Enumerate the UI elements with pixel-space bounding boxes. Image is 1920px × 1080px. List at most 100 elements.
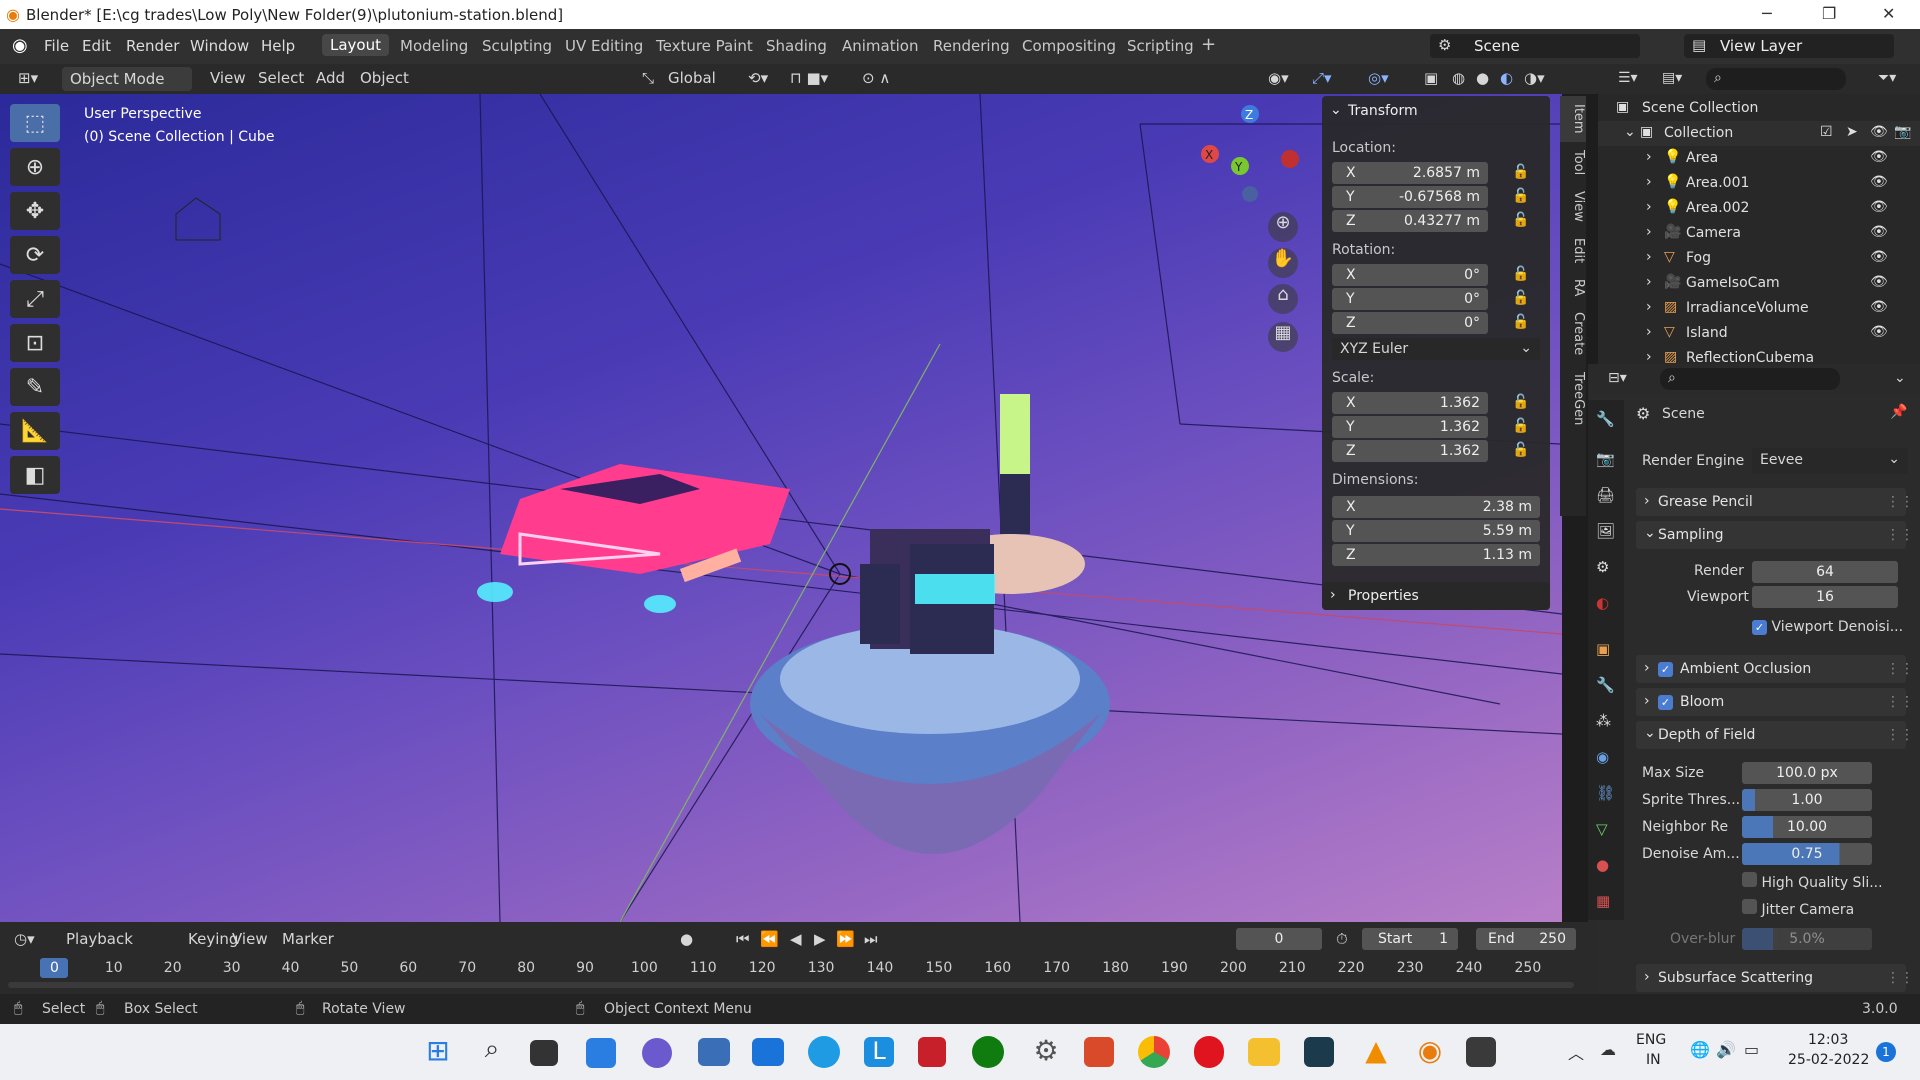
rotation-z-field[interactable]: Z 0° xyxy=(1332,312,1488,334)
data-tab-icon[interactable]: ▽ xyxy=(1596,820,1608,838)
ortho-grid-icon[interactable]: ▦ xyxy=(1268,322,1298,352)
menu-add[interactable]: Add xyxy=(316,69,345,87)
tab-create[interactable]: Create xyxy=(1560,304,1586,363)
network-icon[interactable]: 🌐 xyxy=(1690,1040,1710,1059)
max-size-field[interactable]: 100.0 px xyxy=(1742,762,1872,784)
neighbor-rejection-field[interactable]: 10.00 xyxy=(1742,816,1872,838)
lock-icon[interactable]: 🔓 xyxy=(1512,164,1529,180)
start-frame-field[interactable]: Start 1 xyxy=(1362,928,1458,950)
filter-icon[interactable]: ⏷▾ xyxy=(1878,70,1896,86)
play-reverse-icon[interactable]: ◀ xyxy=(790,930,802,948)
view-layer-selector[interactable]: ▤ View Layer xyxy=(1684,34,1894,58)
terminal-icon[interactable] xyxy=(1304,1037,1334,1067)
tab-item[interactable]: Item xyxy=(1560,96,1586,142)
windows-start-icon[interactable]: ⊞ xyxy=(420,1034,456,1070)
mode-dropdown[interactable]: Object Mode xyxy=(62,67,192,91)
high-quality-slight-checkbox[interactable]: High Quality Sli... xyxy=(1742,872,1883,891)
close-button[interactable]: ✕ xyxy=(1882,4,1895,23)
world-tab-icon[interactable]: ◐ xyxy=(1596,594,1609,612)
outliner-item[interactable]: › 💡 Area 👁 xyxy=(1598,146,1920,171)
outliner-item[interactable]: › ▨ IrradianceVolume 👁 xyxy=(1598,296,1920,321)
measure-tool-icon[interactable]: 📐 xyxy=(10,412,60,450)
outliner-scene-collection[interactable]: ▣ Scene Collection xyxy=(1598,96,1920,121)
scale-tool-icon[interactable]: ⤢ xyxy=(10,280,60,318)
add-cube-tool-icon[interactable]: ◧ xyxy=(10,456,60,494)
outliner-item[interactable]: › 💡 Area.002 👁 xyxy=(1598,196,1920,221)
scale-x-field[interactable]: X 1.362 xyxy=(1332,392,1488,414)
battery-icon[interactable]: ▭ xyxy=(1744,1040,1759,1059)
physics-tab-icon[interactable]: ◉ xyxy=(1596,748,1609,766)
teams-chat-icon[interactable] xyxy=(642,1038,672,1068)
cloud-icon[interactable]: ☁ xyxy=(1600,1040,1616,1059)
pivot-icon[interactable]: ⟲▾ xyxy=(748,69,768,87)
properties-subpanel[interactable]: › Properties xyxy=(1322,582,1550,610)
viewport-samples-field[interactable]: 16 xyxy=(1752,586,1898,608)
view-layer-tab-icon[interactable]: 🖼 xyxy=(1596,522,1615,540)
outliner-item[interactable]: › ▽ Island 👁 xyxy=(1598,321,1920,346)
rotation-mode-dropdown[interactable]: XYZ Euler ⌄ xyxy=(1332,338,1540,360)
tray-chevron-icon[interactable]: ︿ xyxy=(1568,1040,1584,1064)
shading-solid-icon[interactable]: ● xyxy=(1476,69,1489,87)
tab-edit[interactable]: Edit xyxy=(1560,230,1586,271)
menu-render[interactable]: Render xyxy=(126,37,179,55)
scene-tab-icon[interactable]: ⚙ xyxy=(1596,558,1609,576)
search-icon[interactable]: ⌕ xyxy=(474,1034,510,1070)
depth-of-field-section[interactable]: ⌄ Depth of Field ⋮⋮ xyxy=(1636,721,1914,749)
lock-icon[interactable]: 🔓 xyxy=(1512,266,1529,282)
dimension-x-field[interactable]: X 2.38 m xyxy=(1332,496,1540,518)
cursor-tool-icon[interactable]: ⊕ xyxy=(10,148,60,186)
marker-menu[interactable]: Marker xyxy=(282,930,334,948)
ambient-occlusion-section[interactable]: › ✓ Ambient Occlusion ⋮⋮ xyxy=(1636,655,1914,683)
add-workspace-button[interactable]: + xyxy=(1201,34,1216,55)
opera-icon[interactable] xyxy=(1194,1036,1224,1068)
tab-modeling[interactable]: Modeling xyxy=(400,37,468,55)
view-menu[interactable]: View xyxy=(232,930,268,948)
snap-icon[interactable]: ⊓ ■▾ xyxy=(790,69,828,87)
file-explorer-icon[interactable] xyxy=(1248,1038,1280,1066)
menu-edit[interactable]: Edit xyxy=(82,37,111,55)
tab-animation[interactable]: Animation xyxy=(842,37,918,55)
blender-menu-icon[interactable]: ◉ xyxy=(12,35,28,56)
editor-type-icon[interactable]: ⊞▾ xyxy=(18,69,38,87)
tab-scripting[interactable]: Scripting xyxy=(1127,37,1194,55)
tab-ra[interactable]: RA xyxy=(1560,271,1586,304)
prev-keyframe-icon[interactable]: ⏪ xyxy=(760,930,779,948)
tab-treegen[interactable]: TreeGen xyxy=(1560,364,1586,433)
move-tool-icon[interactable]: ✥ xyxy=(10,192,60,230)
sampling-section[interactable]: ⌄ Sampling ⋮⋮ xyxy=(1636,521,1914,549)
play-icon[interactable]: ▶ xyxy=(814,930,826,948)
current-frame-field[interactable]: 0 xyxy=(1236,928,1322,950)
menu-select[interactable]: Select xyxy=(258,69,304,87)
jump-start-icon[interactable]: ⏮ xyxy=(736,930,750,948)
menu-window[interactable]: Window xyxy=(190,37,249,55)
tab-layout[interactable]: Layout xyxy=(322,34,389,56)
camera-view-icon[interactable]: ⌂ xyxy=(1268,284,1298,314)
outliner-item[interactable]: › 💡 Area.001 👁 xyxy=(1598,171,1920,196)
overblur-field[interactable]: 5.0% xyxy=(1742,928,1872,950)
object-tab-icon[interactable]: ▣ xyxy=(1596,640,1610,658)
proportional-icon[interactable]: ⊙ ∧ xyxy=(862,69,890,87)
location-z-field[interactable]: Z 0.43277 m xyxy=(1332,210,1488,232)
output-tab-icon[interactable]: 🖨 xyxy=(1596,486,1615,504)
tab-tool[interactable]: Tool xyxy=(1560,142,1586,183)
autokey-icon[interactable]: ● xyxy=(680,930,693,948)
constraints-tab-icon[interactable]: ⛓ xyxy=(1596,784,1615,802)
outliner-collection[interactable]: ⌄ ▣ Collection ☑ ➤ 👁 📷 xyxy=(1598,121,1920,146)
outliner-item[interactable]: › ▽ Fog 👁 xyxy=(1598,246,1920,271)
language-indicator[interactable]: ENG xyxy=(1636,1032,1666,1048)
visibility-icon[interactable]: ◉▾ xyxy=(1268,69,1289,87)
denoise-amount-field[interactable]: 0.75 xyxy=(1742,843,1872,865)
render-engine-dropdown[interactable]: Eevee ⌄ xyxy=(1752,448,1908,474)
scale-z-field[interactable]: Z 1.362 xyxy=(1332,440,1488,462)
outliner-search[interactable]: ⌕ xyxy=(1706,68,1846,90)
lock-icon[interactable]: 🔓 xyxy=(1512,290,1529,306)
lock-icon[interactable]: 🔓 xyxy=(1512,394,1529,410)
notification-badge[interactable]: 1 xyxy=(1876,1042,1896,1062)
pan-hand-icon[interactable]: ✋ xyxy=(1268,248,1298,278)
volume-icon[interactable]: 🔊 xyxy=(1716,1040,1736,1059)
rotation-x-field[interactable]: X 0° xyxy=(1332,264,1488,286)
transform-tool-icon[interactable]: ⊡ xyxy=(10,324,60,362)
texture-tab-icon[interactable]: ▦ xyxy=(1596,892,1610,910)
task-view-icon[interactable] xyxy=(530,1040,558,1066)
settings-gear-icon[interactable]: ⚙ xyxy=(1028,1034,1064,1070)
